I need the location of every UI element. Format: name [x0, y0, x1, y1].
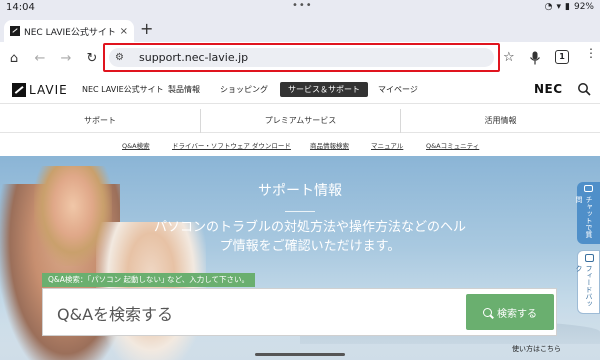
- sub-links: Q&A検索 ドライバー・ソフトウェア ダウンロード 商品情報検索 マニュアル Q…: [0, 134, 600, 156]
- status-time: 14:04: [6, 2, 35, 13]
- alarm-icon: ◔: [544, 2, 553, 12]
- hero-divider: [285, 211, 315, 212]
- qa-search-input[interactable]: Q&Aを検索する: [57, 301, 173, 325]
- nav-mypage[interactable]: マイページ: [378, 84, 418, 95]
- tab-title: NEC LAVIE公式サイト > サー: [24, 27, 116, 38]
- category-premium-service[interactable]: プレミアムサービス: [200, 109, 400, 133]
- site-name[interactable]: NEC LAVIE公式サイト: [82, 84, 164, 95]
- address-bar-inner[interactable]: ⚙ support.nec-lavie.jp: [109, 48, 494, 67]
- nav-service-support[interactable]: サービス＆サポート: [280, 82, 368, 97]
- hero-title: サポート情報: [258, 183, 342, 199]
- link-qa-search[interactable]: Q&A検索: [122, 140, 150, 150]
- lavie-logo[interactable]: LAVIE: [12, 83, 68, 97]
- feedback-icon: [585, 254, 594, 262]
- usage-link[interactable]: 使い方はこちら: [512, 344, 561, 354]
- category-support[interactable]: サポート: [0, 109, 200, 133]
- search-icon: [483, 307, 492, 317]
- status-dots-icon: •••: [292, 0, 313, 11]
- link-qa-community[interactable]: Q&Aコミュニティ: [426, 140, 479, 150]
- search-button-label: 検索する: [497, 308, 537, 320]
- browser-tab[interactable]: NEC LAVIE公式サイト > サー ×: [4, 20, 134, 42]
- search-hint: Q&A検索：｢パソコン 起動しない｣ など、入力して下さい。: [42, 273, 256, 287]
- back-icon[interactable]: ←: [32, 51, 48, 67]
- site-settings-icon[interactable]: ⚙: [115, 52, 129, 63]
- chat-bubble-icon: [584, 185, 593, 192]
- nav-products[interactable]: 製品情報: [168, 84, 200, 95]
- logo-text: LAVIE: [29, 83, 68, 97]
- chat-tab[interactable]: チャットで質問: [575, 182, 600, 244]
- lavie-favicon-icon: [10, 26, 20, 36]
- gesture-bar[interactable]: [255, 353, 345, 356]
- search-button[interactable]: 検索する: [466, 294, 554, 330]
- link-product-info[interactable]: 商品情報検索: [310, 140, 349, 150]
- link-driver-download[interactable]: ドライバー・ソフトウェア ダウンロード: [172, 140, 291, 150]
- site-header: LAVIE NEC LAVIE公式サイト 製品情報 ショッピング サービス＆サポ…: [0, 76, 600, 104]
- qa-search-box[interactable]: Q&Aを検索する 検索する: [42, 288, 557, 336]
- wifi-icon: ▾: [556, 2, 562, 12]
- lavie-logo-icon: [12, 83, 26, 97]
- hero-subtitle: パソコンのトラブルの対処方法や操作方法などのヘルプ情報をご確認いただけます。: [153, 220, 466, 254]
- forward-icon[interactable]: →: [58, 51, 74, 67]
- status-icons: ◔ ▾ ▮ 92%: [545, 2, 594, 12]
- more-menu-icon[interactable]: ⋮: [585, 47, 597, 59]
- nav-shopping[interactable]: ショッピング: [220, 84, 268, 95]
- category-row: サポート プレミアムサービス 活用情報: [0, 109, 600, 133]
- site-search-icon[interactable]: [577, 82, 591, 96]
- address-bar[interactable]: ⚙ support.nec-lavie.jp: [103, 43, 500, 72]
- close-tab-icon[interactable]: ×: [120, 26, 128, 37]
- new-tab-button[interactable]: +: [140, 21, 153, 37]
- chat-tab-label: チャットで質問: [575, 196, 593, 238]
- link-manual[interactable]: マニュアル: [371, 140, 403, 150]
- reload-icon[interactable]: ↻: [84, 51, 100, 67]
- feedback-tab[interactable]: フィードバック: [575, 250, 600, 314]
- home-icon[interactable]: ⌂: [6, 51, 22, 67]
- battery-icon: ▮: [565, 2, 570, 12]
- hero-section: サポート情報 パソコンのトラブルの対処方法や操作方法などのヘルプ情報をご確認いた…: [0, 156, 600, 360]
- tab-strip: NEC LAVIE公式サイト > サー × +: [0, 16, 600, 42]
- url-text[interactable]: support.nec-lavie.jp: [139, 51, 248, 64]
- category-utilization[interactable]: 活用情報: [400, 109, 600, 133]
- microphone-icon[interactable]: [529, 51, 541, 65]
- tab-switcher-button[interactable]: 1: [555, 50, 569, 64]
- feedback-tab-label: フィードバック: [575, 265, 593, 307]
- status-bar: 14:04 ••• ◔ ▾ ▮ 92%: [0, 0, 600, 16]
- bookmark-star-icon[interactable]: ☆: [503, 50, 515, 65]
- battery-level: 92%: [573, 2, 594, 12]
- nec-logo[interactable]: NEC: [534, 82, 563, 96]
